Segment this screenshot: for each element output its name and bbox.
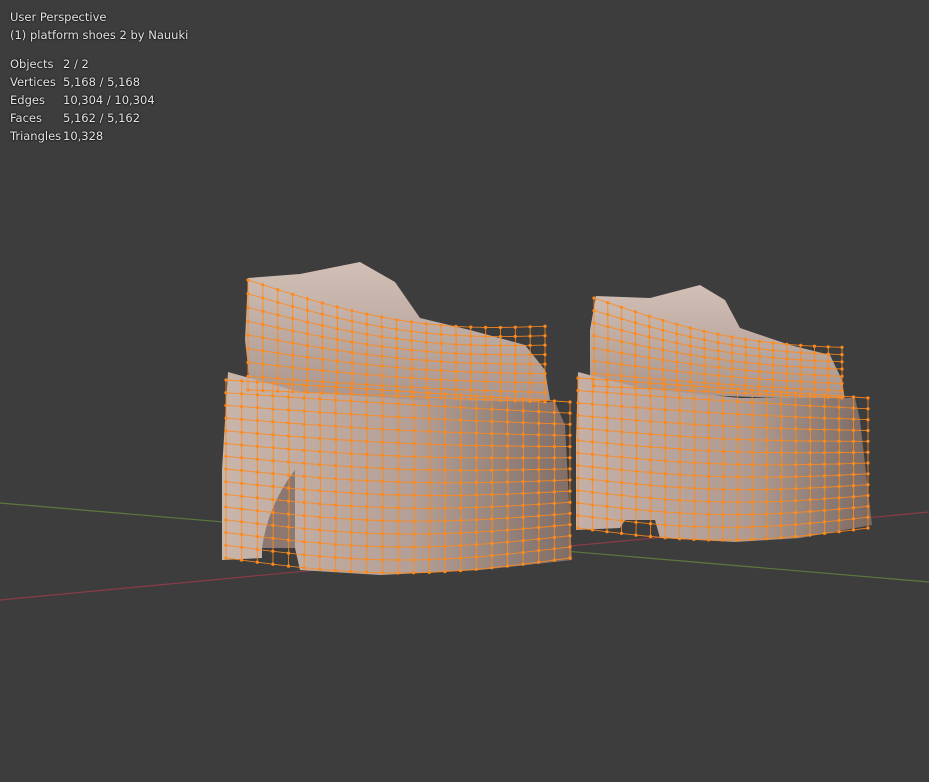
- scene-statistics: Objects 2 / 2 Vertices 5,168 / 5,168 Edg…: [10, 55, 155, 145]
- stat-label: Triangles: [10, 129, 62, 143]
- stat-label: Objects: [10, 57, 54, 71]
- stat-label: Vertices: [10, 75, 56, 89]
- stat-label: Edges: [10, 93, 45, 107]
- stat-value: 5,168 / 5,168: [63, 75, 141, 89]
- stat-label: Faces: [10, 111, 42, 125]
- stat-row-vertices: Vertices 5,168 / 5,168: [10, 73, 155, 91]
- active-object-label: (1) platform shoes 2 by Nauuki: [10, 28, 189, 42]
- stat-value: 5,162 / 5,162: [63, 111, 141, 125]
- view-perspective-label: User Perspective: [10, 10, 107, 24]
- stat-row-edges: Edges 10,304 / 10,304: [10, 91, 155, 109]
- 3d-viewport[interactable]: User Perspective (1) platform shoes 2 by…: [0, 0, 929, 782]
- stat-row-objects: Objects 2 / 2: [10, 55, 155, 73]
- stat-value: 10,328: [63, 129, 104, 143]
- shoe-left-upper: [245, 262, 550, 405]
- shoe-left-mesh[interactable]: [222, 262, 572, 575]
- stat-row-faces: Faces 5,162 / 5,162: [10, 109, 155, 127]
- stat-value: 10,304 / 10,304: [63, 93, 155, 107]
- stat-value: 2 / 2: [63, 57, 89, 71]
- stat-row-triangles: Triangles 10,328: [10, 127, 155, 145]
